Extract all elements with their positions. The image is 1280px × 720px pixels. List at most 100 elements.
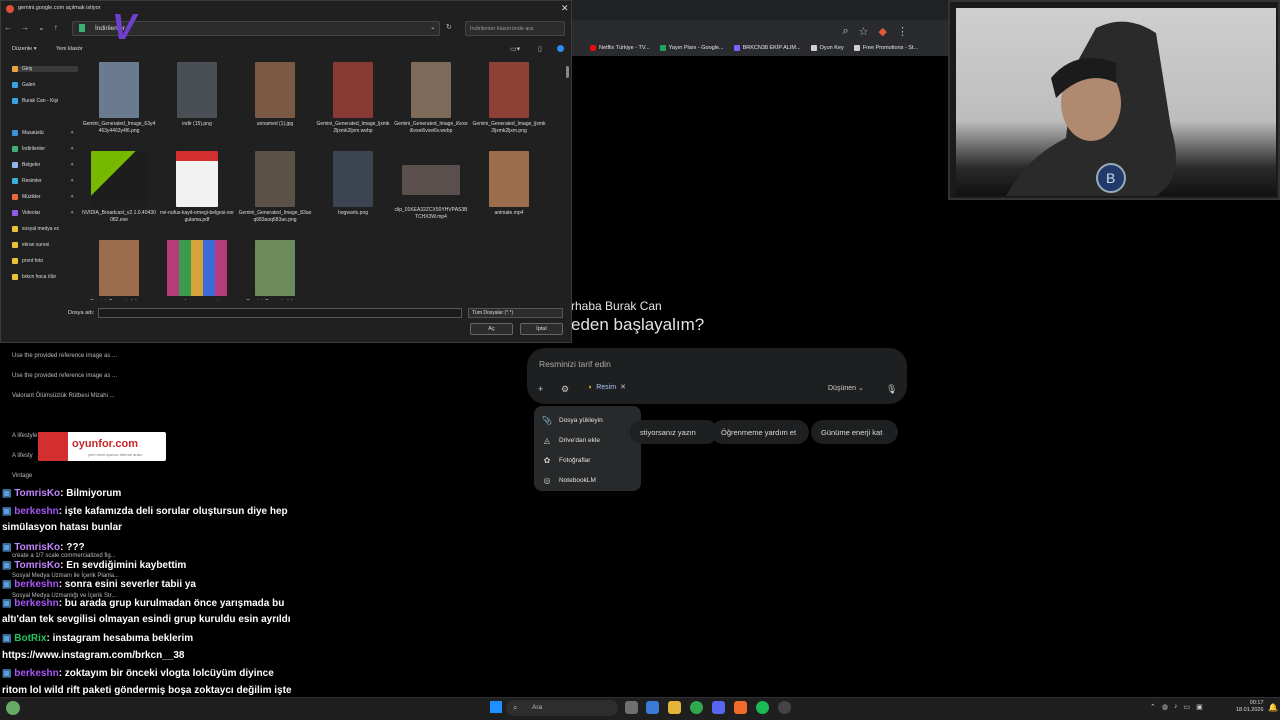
up-arrow-icon[interactable]: ↑ xyxy=(54,23,58,32)
add-icon[interactable]: + xyxy=(538,384,543,394)
back-arrow-icon[interactable]: ← xyxy=(4,23,12,32)
suggestion-chip[interactable]: Günüme enerji kat xyxy=(811,420,898,444)
chat-username[interactable]: TomrisKo xyxy=(14,488,60,499)
file-item[interactable]: unnamed (1).jpg xyxy=(238,62,312,128)
forward-arrow-icon[interactable]: → xyxy=(21,23,29,32)
nav-item[interactable]: brkcn hoca ölür xyxy=(12,274,56,280)
upload-menu-item[interactable]: ◎ NotebookLM xyxy=(534,470,641,490)
sidebar-history-item[interactable]: Use the provided reference image as ... xyxy=(12,373,117,379)
menu-icon[interactable]: ⋮ xyxy=(897,25,908,38)
search-input[interactable]: İndirilenler klasöründe ara xyxy=(465,21,565,36)
nav-item[interactable]: Müzikler xyxy=(12,194,41,200)
extension-icon[interactable]: ◆ xyxy=(879,25,887,38)
nav-item[interactable]: pront foto xyxy=(12,258,43,264)
display-icon[interactable]: ▣ xyxy=(1196,703,1203,711)
sidebar-history-item[interactable]: A lifesty xyxy=(12,453,33,459)
settings-icon[interactable] xyxy=(778,701,791,714)
file-item[interactable]: Gemini_Generated_Image_ljxmk2ljxmk2ljxm.… xyxy=(316,62,390,134)
tools-icon[interactable]: ⚙ xyxy=(561,384,569,395)
file-item[interactable]: Gemini_Generated_Image_ljxmk2ljxmk2ljxm.… xyxy=(472,62,546,134)
network-icon[interactable]: ◍ xyxy=(1162,703,1168,711)
file-item[interactable]: Gemini_Generated_Image_63y4463y4463y4l6.… xyxy=(82,62,156,134)
filetype-select[interactable]: Tüm Dosyalar (*.*) xyxy=(468,308,563,318)
brave-icon[interactable] xyxy=(734,701,747,714)
open-button[interactable]: Aç xyxy=(470,323,513,335)
file-item[interactable]: animate.mp4 xyxy=(472,151,546,217)
prompt-box[interactable] xyxy=(527,348,907,404)
chevron-up-icon[interactable]: ⌃ xyxy=(1150,703,1156,711)
cancel-button[interactable]: İptal xyxy=(520,323,563,335)
chat-username[interactable]: berkeshn xyxy=(14,598,58,609)
chat-username[interactable]: berkeshn xyxy=(14,506,58,517)
microphone-icon[interactable]: 🎙 xyxy=(886,384,897,395)
chat-username[interactable]: BotRix xyxy=(14,633,46,644)
help-icon[interactable] xyxy=(557,45,564,52)
bookmark-item[interactable]: Netflix Türkiye - TV... xyxy=(590,45,650,51)
upload-menu-item[interactable]: ✿ Fotoğraflar xyxy=(534,450,641,470)
refresh-icon[interactable]: ↻ xyxy=(446,23,452,31)
nav-item[interactable]: Giriş xyxy=(12,66,78,72)
sidebar-history-item[interactable]: Use the provided reference image as ... xyxy=(12,353,117,359)
nav-item[interactable]: ekran suresi xyxy=(12,242,49,248)
chat-username[interactable]: TomrisKo xyxy=(14,560,60,571)
file-item[interactable]: indir (15).png xyxy=(160,62,234,128)
close-icon[interactable]: ✕ xyxy=(561,3,569,14)
filename-input[interactable] xyxy=(98,308,462,318)
view-options-icon[interactable]: ▭▾ xyxy=(510,45,520,53)
close-icon[interactable]: ✕ xyxy=(620,383,626,391)
taskbar-search[interactable]: Ara xyxy=(506,700,618,716)
organize-button[interactable]: Düzenle ▾ xyxy=(12,46,36,52)
sidebar-history-item[interactable]: create a 1/7 scale commercialized fig... xyxy=(12,553,116,559)
file-item[interactable]: NVIDIA_Broadcast_v2.1.0.40430082.exe xyxy=(82,151,156,223)
chevron-down-icon[interactable]: ⌄ xyxy=(430,23,436,31)
nav-item[interactable]: Burak Can - Kişi xyxy=(12,98,58,104)
nav-item[interactable]: Masaüstü xyxy=(12,130,44,136)
nav-item[interactable]: Resimler xyxy=(12,178,42,184)
taskbar-clock[interactable]: 00:17 18.01.2026 xyxy=(1236,700,1264,714)
file-item[interactable]: Gemini_Generated_Ima... xyxy=(238,240,312,300)
bookmark-item[interactable]: Oyun Key xyxy=(810,45,844,51)
new-folder-button[interactable]: Yeni klasör xyxy=(56,46,83,52)
volume-icon[interactable]: ♪ xyxy=(1174,703,1178,711)
file-item[interactable]: clip_01KEA32ZCX50YHVPAS3BTCHX3W.mp4 xyxy=(394,151,468,220)
bookmark-item[interactable]: BRKCN38 EKİP ALIM... xyxy=(733,45,801,51)
suggestion-chip[interactable]: stiyorsanız yazın xyxy=(630,420,718,444)
prompt-input[interactable]: Resminizi tarif edin xyxy=(539,359,611,369)
tab-search-icon[interactable]: ⌕ xyxy=(842,25,848,38)
chevron-down-icon[interactable]: ⌄ xyxy=(38,23,45,32)
task-view-icon[interactable] xyxy=(625,701,638,714)
nav-item[interactable]: Belgeler xyxy=(12,162,40,168)
bookmark-item[interactable]: Free Promotions - St... xyxy=(853,45,918,51)
chat-username[interactable]: berkeshn xyxy=(14,668,58,679)
nav-item[interactable]: sosyal medya ec xyxy=(12,226,59,232)
suggestion-chip[interactable]: Öğrenmeme yardım et xyxy=(711,420,809,444)
upload-menu-item[interactable]: 📎 Dosya yükleyin xyxy=(534,410,641,430)
notification-icon[interactable]: 🔔 xyxy=(1268,703,1278,712)
chat-username[interactable]: TomrisKo xyxy=(14,542,60,553)
sidebar-history-item[interactable]: Valorant Ölümsüzlük Rütbesi Mizahi ... xyxy=(12,393,115,399)
system-tray[interactable]: ⌃ ◍ ♪ ▭ ▣ xyxy=(1150,703,1203,711)
mode-selector[interactable]: Düşünen ⌄ xyxy=(828,384,864,392)
upload-menu-item[interactable]: ◬ Drive'dan ekle xyxy=(534,430,641,450)
discord-icon[interactable] xyxy=(712,701,725,714)
nav-item[interactable]: Galeri xyxy=(12,82,35,88)
weather-icon[interactable] xyxy=(6,701,20,715)
preview-pane-icon[interactable]: ▯ xyxy=(538,45,542,53)
file-item[interactable]: oyun_hesapı_paramt... xyxy=(160,240,234,300)
image-chip[interactable]: ◗ Resim ✕ xyxy=(588,383,626,392)
scrollbar[interactable] xyxy=(566,66,569,78)
spotify-icon[interactable] xyxy=(756,701,769,714)
file-item[interactable]: Gemini_Generated_Ima... xyxy=(82,240,156,300)
file-item[interactable]: Gemini_Generated_Image_83aoq683aoq683ao.… xyxy=(238,151,312,223)
nav-item[interactable]: Videolar xyxy=(12,210,40,216)
windows-start-icon[interactable] xyxy=(490,701,502,713)
file-explorer-icon[interactable] xyxy=(668,701,681,714)
file-item[interactable]: nvi-nufus-kayit-ornegi-belgesi-sorgulama… xyxy=(160,151,234,223)
bookmark-item[interactable]: Yayın Planı - Google... xyxy=(659,45,724,51)
copilot-icon[interactable] xyxy=(646,701,659,714)
battery-icon[interactable]: ▭ xyxy=(1183,703,1190,711)
chrome-icon[interactable] xyxy=(690,701,703,714)
sidebar-history-item[interactable]: Vintage xyxy=(12,473,32,479)
chat-username[interactable]: berkeshn xyxy=(14,579,58,590)
bookmark-star-icon[interactable]: ☆ xyxy=(859,25,869,38)
